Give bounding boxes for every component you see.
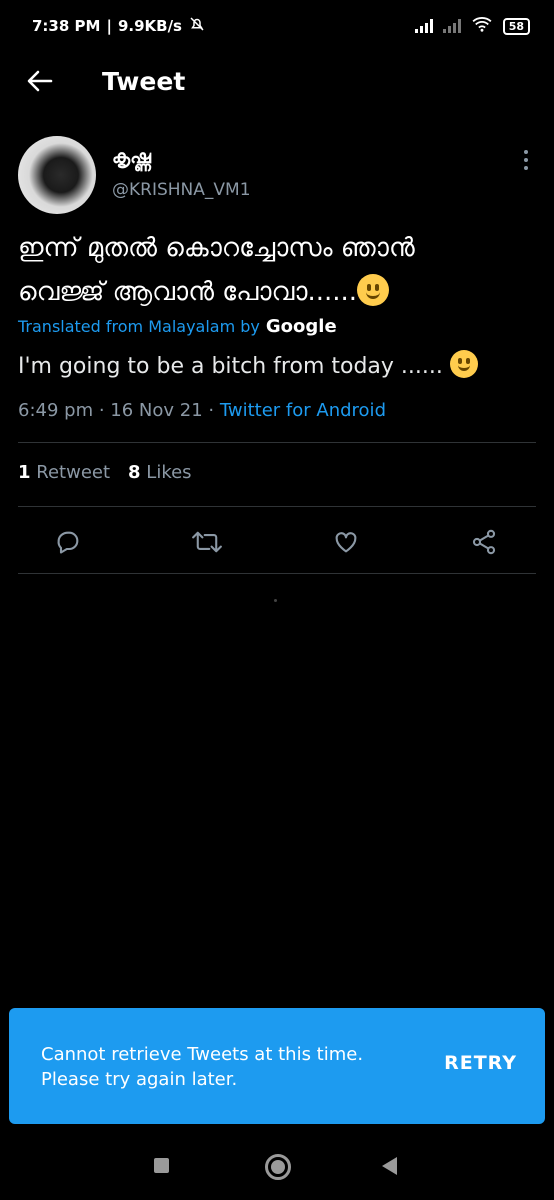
recents-icon[interactable]: [154, 1158, 169, 1173]
retry-button[interactable]: RETRY: [444, 1052, 517, 1074]
retweets-stat[interactable]: 1 Retweet: [18, 462, 110, 483]
divider: [18, 573, 536, 574]
tweet-author: കൃഷ്ണ @KRISHNA_VM1: [18, 134, 536, 214]
loading-indicator: [274, 599, 277, 602]
tweet-text: ഇന്ന് മുതൽ കൊറച്ചോസം ഞാൻ വെജ്ജ് ആവാൻ പോവ…: [18, 226, 528, 314]
back-arrow-icon[interactable]: [20, 61, 60, 101]
signal-2-icon: [442, 19, 461, 33]
network-speed: 9.9KB/s: [117, 17, 182, 35]
share-icon[interactable]: [466, 524, 502, 560]
tweet-text-line: വെജ്ജ് ആവാൻ പോവാ......: [18, 277, 358, 307]
tweet-source-link[interactable]: Twitter for Android: [220, 400, 386, 421]
translated-text: I'm going to be a bitch from today .....…: [18, 350, 538, 384]
divider: [18, 506, 536, 507]
translation-attribution: Translated from Malayalam by Google: [18, 316, 337, 337]
snackbar-message: Cannot retrieve Tweets at this time. Ple…: [41, 1044, 364, 1090]
smiley-emoji-icon: [449, 350, 478, 378]
avatar[interactable]: [18, 136, 96, 214]
smiley-emoji-icon: [357, 274, 390, 306]
more-options-icon[interactable]: [516, 148, 536, 172]
nav-back-icon[interactable]: [382, 1157, 397, 1175]
error-snackbar: Cannot retrieve Tweets at this time. Ple…: [9, 1008, 545, 1124]
top-app-bar: Tweet: [0, 52, 554, 110]
tweet-date: 16 Nov 21: [110, 400, 203, 421]
user-handle[interactable]: @KRISHNA_VM1: [112, 180, 251, 200]
tweet-actions: [0, 516, 554, 566]
translated-label: Translated from Malayalam by: [18, 317, 260, 336]
bell-muted-icon: [188, 15, 206, 37]
status-time: 7:38 PM: [32, 17, 101, 35]
page-title: Tweet: [102, 66, 186, 96]
divider: [18, 442, 536, 443]
tweet-metadata: 6:49 pm · 16 Nov 21 · Twitter for Androi…: [18, 400, 386, 421]
tweet-stats: 1 Retweet 8 Likes: [18, 462, 192, 483]
likes-stat[interactable]: 8 Likes: [128, 462, 192, 483]
like-heart-icon[interactable]: [328, 524, 364, 560]
reply-icon[interactable]: [50, 524, 86, 560]
system-nav-bar: [0, 1128, 554, 1200]
display-name[interactable]: കൃഷ്ണ: [112, 146, 151, 168]
google-logo: Google: [265, 316, 337, 337]
wifi-icon: [471, 16, 493, 36]
battery-icon: 58: [502, 17, 530, 35]
signal-icon: [414, 19, 433, 33]
tweet-time: 6:49 pm: [18, 400, 94, 421]
status-bar: 7:38 PM | 9.9KB/s 58: [0, 0, 554, 52]
home-icon[interactable]: [265, 1154, 291, 1180]
tweet-text-line: ഇന്ന് മുതൽ കൊറച്ചോസം ഞാൻ: [18, 233, 415, 263]
retweet-icon[interactable]: [189, 524, 225, 560]
